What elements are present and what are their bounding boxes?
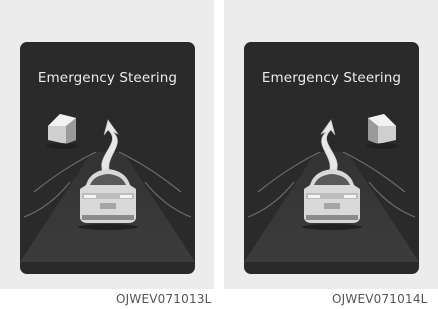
obstacle-icon xyxy=(46,114,78,149)
figure-right: Emergency Steering xyxy=(224,0,438,289)
cluster-display-right: Emergency Steering xyxy=(244,42,419,274)
emergency-steering-left-illustration xyxy=(20,114,195,262)
cluster-display-left: Emergency Steering xyxy=(20,42,195,274)
emergency-steering-right-illustration xyxy=(244,114,419,262)
figure-left: Emergency Steering xyxy=(0,0,214,289)
figure-code-left: OJWEV071013L xyxy=(116,292,212,306)
obstacle-icon xyxy=(366,114,398,149)
figure-code-right: OJWEV071014L xyxy=(332,292,428,306)
